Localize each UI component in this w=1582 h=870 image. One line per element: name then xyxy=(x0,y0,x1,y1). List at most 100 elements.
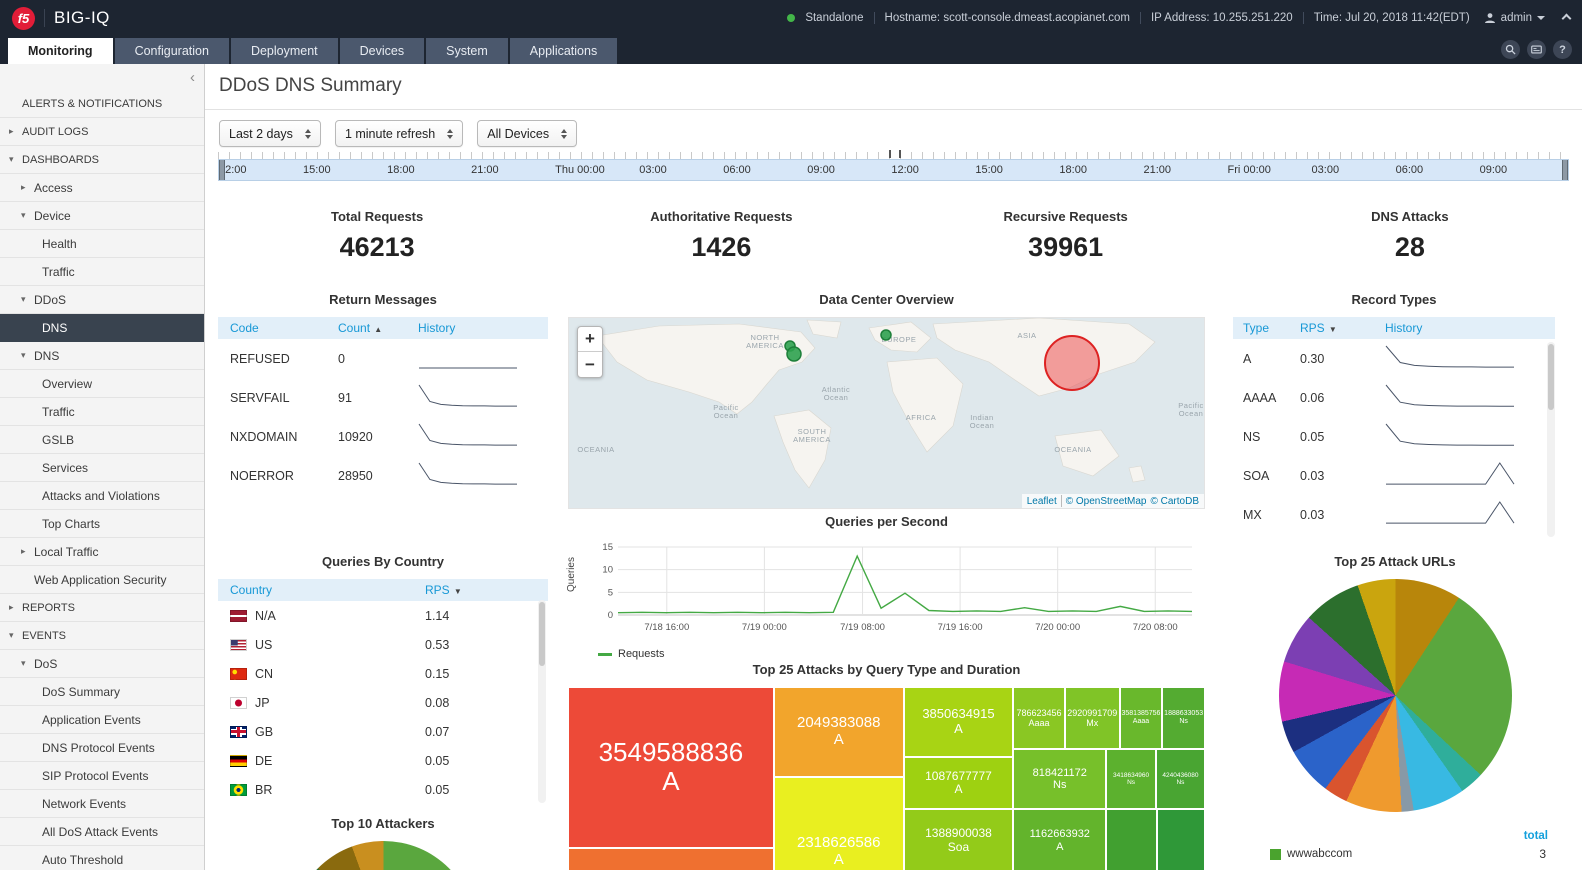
zoom-in-button[interactable]: + xyxy=(578,327,602,352)
zoom-out-button[interactable]: − xyxy=(578,352,602,377)
sidebar-item-reports[interactable]: ▸REPORTS xyxy=(0,594,204,622)
treemap-cell[interactable]: 1888633053Ns xyxy=(1162,687,1205,749)
sidebar-item-health[interactable]: Health xyxy=(0,230,204,258)
country-row[interactable]: GB0.07 xyxy=(218,717,548,746)
timeline-band[interactable]: 12:0015:0018:0021:00Thu 00:0003:0006:000… xyxy=(218,159,1569,181)
scrollbar-track[interactable] xyxy=(1547,342,1555,537)
treemap-cell[interactable]: 2049383088A xyxy=(774,687,904,777)
sidebar-item-events[interactable]: ▾EVENTS xyxy=(0,622,204,650)
column-header-rps[interactable]: RPS ▼ xyxy=(425,583,548,597)
record-type-row[interactable]: MX0.03 xyxy=(1233,495,1555,534)
column-header-count[interactable]: Count ▲ xyxy=(338,321,418,335)
country-row[interactable]: N/A1.14 xyxy=(218,601,548,630)
map-marker[interactable] xyxy=(787,347,801,361)
time-range-select[interactable]: Last 2 days xyxy=(219,120,321,147)
scrollbar-track[interactable] xyxy=(538,600,546,803)
sidebar-item-all-dos-attack-events[interactable]: All DoS Attack Events xyxy=(0,818,204,846)
qps-legend-requests[interactable]: Requests xyxy=(598,648,1205,660)
sidebar-item-dos[interactable]: ▾DoS xyxy=(0,650,204,678)
sidebar-item-application-events[interactable]: Application Events xyxy=(0,706,204,734)
sidebar-item-services[interactable]: Services xyxy=(0,454,204,482)
treemap-cell[interactable] xyxy=(1157,809,1205,870)
country-row[interactable]: BR0.05 xyxy=(218,775,548,804)
sidebar-item-sip-protocol-events[interactable]: SIP Protocol Events xyxy=(0,762,204,790)
country-row[interactable]: US0.53 xyxy=(218,630,548,659)
sidebar-item-audit-logs[interactable]: ▸AUDIT LOGS xyxy=(0,118,204,146)
timeline-right-handle[interactable] xyxy=(1562,159,1568,181)
sidebar-item-web-application-security[interactable]: Web Application Security xyxy=(0,566,204,594)
sidebar-item-auto-threshold[interactable]: Auto Threshold xyxy=(0,846,204,870)
sidebar-item-dns-protocol-events[interactable]: DNS Protocol Events xyxy=(0,734,204,762)
return-message-row[interactable]: NOERROR28950 xyxy=(218,456,548,495)
cartodb-link[interactable]: © CartoDB xyxy=(1151,496,1200,507)
map-marker[interactable] xyxy=(1045,336,1099,390)
treemap-cell[interactable]: 3549588836A xyxy=(568,687,774,848)
country-row[interactable]: DE0.05 xyxy=(218,746,548,775)
record-type-row[interactable]: NS0.05 xyxy=(1233,417,1555,456)
search-button[interactable] xyxy=(1501,40,1520,59)
treemap-cell[interactable]: 2920991709Mx xyxy=(1065,687,1120,749)
treemap-cell[interactable]: 1388900038Soa xyxy=(904,809,1014,870)
treemap-cell[interactable]: 1162663932A xyxy=(1013,809,1106,870)
sidebar-item-dashboards[interactable]: ▾DASHBOARDS xyxy=(0,146,204,174)
attack-urls-pie[interactable] xyxy=(1279,579,1512,812)
sidebar-item-local-traffic[interactable]: ▸Local Traffic xyxy=(0,538,204,566)
timeline-left-handle[interactable] xyxy=(219,159,225,181)
column-header-history[interactable]: History xyxy=(418,321,548,335)
tab-devices[interactable]: Devices xyxy=(340,38,424,64)
tab-monitoring[interactable]: Monitoring xyxy=(8,38,113,64)
refresh-interval-select[interactable]: 1 minute refresh xyxy=(335,120,463,147)
sidebar-item-top-charts[interactable]: Top Charts xyxy=(0,510,204,538)
record-type-row[interactable]: A0.30 xyxy=(1233,339,1555,378)
return-message-row[interactable]: REFUSED0 xyxy=(218,339,548,378)
tab-system[interactable]: System xyxy=(426,38,508,64)
column-header-country[interactable]: Country xyxy=(230,583,425,597)
country-row[interactable]: JP0.08 xyxy=(218,688,548,717)
country-row[interactable]: CN0.15 xyxy=(218,659,548,688)
treemap-cell[interactable] xyxy=(568,848,774,870)
tab-deployment[interactable]: Deployment xyxy=(231,38,338,64)
record-type-row[interactable]: SOA0.03 xyxy=(1233,456,1555,495)
sidebar-item-dns[interactable]: ▾DNS xyxy=(0,342,204,370)
device-select[interactable]: All Devices xyxy=(477,120,577,147)
return-message-row[interactable]: SERVFAIL91 xyxy=(218,378,548,417)
column-header-code[interactable]: Code xyxy=(230,321,338,335)
column-header-type[interactable]: Type xyxy=(1243,321,1300,335)
treemap-cell[interactable]: 4240436080Ns xyxy=(1156,749,1205,809)
help-button[interactable]: ? xyxy=(1553,40,1572,59)
collapse-header-button[interactable] xyxy=(1562,13,1572,23)
treemap-cell[interactable] xyxy=(1106,809,1157,870)
treemap-cell[interactable]: 3850634915A xyxy=(904,687,1014,757)
total-link[interactable]: total xyxy=(1524,830,1548,842)
column-header-history[interactable]: History xyxy=(1385,321,1555,335)
treemap-cell[interactable]: 1087677777A xyxy=(904,757,1014,810)
sidebar-item-device[interactable]: ▾Device xyxy=(0,202,204,230)
treemap-cell[interactable]: 3418634960Ns xyxy=(1106,749,1156,809)
sidebar-item-overview[interactable]: Overview xyxy=(0,370,204,398)
brush-mark-icon[interactable] xyxy=(889,150,891,158)
world-map[interactable]: NORTHAMERICAEUROPEASIAAFRICASOUTHAMERICA… xyxy=(568,317,1205,509)
sidebar-item-gslb[interactable]: GSLB xyxy=(0,426,204,454)
sidebar-item-attacks-and-violations[interactable]: Attacks and Violations xyxy=(0,482,204,510)
treemap-cell[interactable]: 818421172Ns xyxy=(1013,749,1106,809)
tab-configuration[interactable]: Configuration xyxy=(115,38,229,64)
brush-mark-icon[interactable] xyxy=(899,150,901,158)
treemap-cell[interactable]: 2318626586A xyxy=(774,777,904,870)
tab-applications[interactable]: Applications xyxy=(510,38,617,64)
return-message-row[interactable]: NXDOMAIN10920 xyxy=(218,417,548,456)
treemap-cell[interactable]: 786623456Aaaa xyxy=(1013,687,1065,749)
leaflet-link[interactable]: Leaflet xyxy=(1027,496,1057,507)
sidebar-item-network-events[interactable]: Network Events xyxy=(0,790,204,818)
scrollbar-thumb[interactable] xyxy=(539,602,545,666)
sidebar-item-traffic[interactable]: Traffic xyxy=(0,258,204,286)
map-marker[interactable] xyxy=(881,330,891,340)
top-attackers-pie[interactable] xyxy=(291,841,476,870)
admin-menu[interactable]: admin xyxy=(1484,12,1545,24)
sidebar-item-ddos[interactable]: ▾DDoS xyxy=(0,286,204,314)
sidebar-item-access[interactable]: ▸Access xyxy=(0,174,204,202)
treemap-cell[interactable]: 3581385756Aaaa xyxy=(1120,687,1163,749)
column-header-rps[interactable]: RPS ▼ xyxy=(1300,321,1385,335)
sidebar-item-dos-summary[interactable]: DoS Summary xyxy=(0,678,204,706)
time-range-slider[interactable]: 12:0015:0018:0021:00Thu 00:0003:0006:000… xyxy=(218,152,1569,182)
sidebar-item-traffic[interactable]: Traffic xyxy=(0,398,204,426)
